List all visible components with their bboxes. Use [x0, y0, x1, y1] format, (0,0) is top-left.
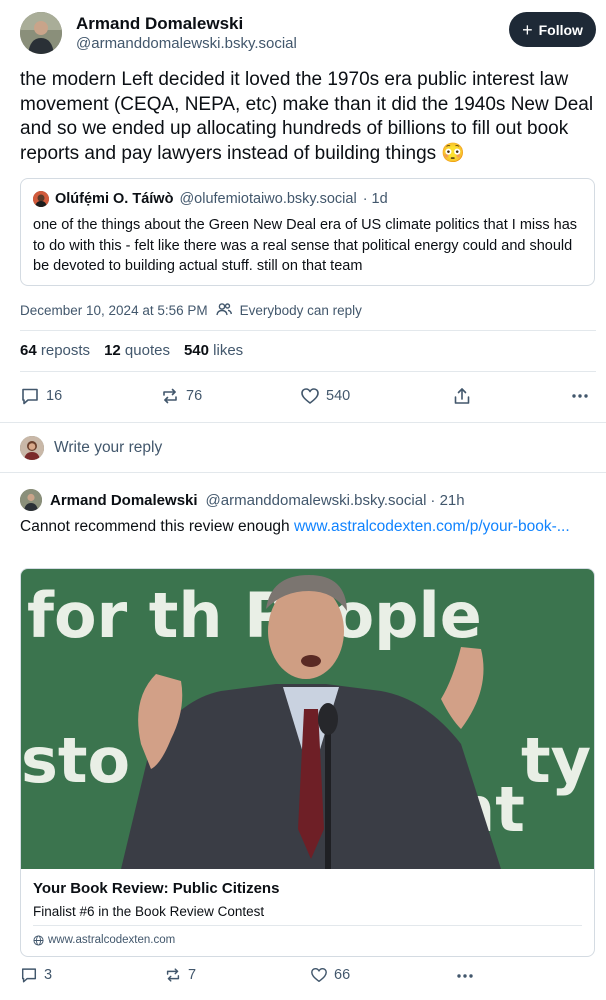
author-name[interactable]: Armand Domalewski	[76, 14, 243, 34]
divider	[33, 925, 582, 926]
quoted-author-avatar[interactable]	[33, 191, 49, 207]
link-card-image: for th People sto ty ent	[21, 569, 594, 869]
globe-icon	[33, 934, 44, 946]
reposts-stat[interactable]: 64 reposts	[20, 342, 90, 359]
svg-text:for th People: for th People	[27, 579, 482, 652]
reply-count: 3	[44, 967, 53, 983]
repost-count: 76	[186, 388, 203, 404]
quoted-post-text: one of the things about the Green New De…	[33, 217, 578, 274]
link-card-domain: www.astralcodexten.com	[48, 934, 176, 946]
post-actions: 16 76 540	[0, 385, 606, 409]
more-icon	[457, 974, 473, 978]
like-count: 66	[334, 967, 351, 983]
reply-button[interactable]: 3	[20, 966, 52, 984]
reply-setting: Everybody can reply	[239, 303, 362, 318]
link-card[interactable]: for th People sto ty ent Your Book Revie…	[20, 568, 595, 957]
like-count: 540	[326, 388, 351, 404]
like-button[interactable]: 540	[300, 386, 350, 406]
repost-button[interactable]: 7	[164, 966, 196, 984]
divider	[0, 472, 606, 473]
reply-author-handle[interactable]: @armanddomalewski.bsky.social	[206, 492, 427, 509]
svg-text:ty: ty	[521, 724, 591, 797]
author-handle[interactable]: @armanddomalewski.bsky.social	[76, 35, 297, 52]
heart-icon	[311, 967, 327, 983]
more-options-button[interactable]	[570, 386, 590, 406]
repost-button[interactable]: 76	[160, 386, 202, 406]
follow-button[interactable]: + Follow	[509, 12, 596, 47]
quotes-stat[interactable]: 12 quotes	[104, 342, 170, 359]
more-options-button[interactable]	[455, 966, 475, 986]
share-icon	[454, 388, 470, 404]
people-icon	[215, 302, 232, 319]
link-card-domain-row: www.astralcodexten.com	[33, 934, 175, 946]
reply-icon	[21, 968, 37, 983]
my-avatar	[20, 436, 44, 460]
reply-count: 16	[46, 388, 63, 404]
author-avatar[interactable]	[20, 12, 62, 54]
post-text: the modern Left decided it loved the 197…	[20, 69, 594, 164]
divider	[20, 330, 596, 331]
reply-post-text: Cannot recommend this review enough www.…	[20, 518, 570, 535]
quoted-post-header: Olúfẹ́mi O. Táíwò @olufemiotaiwo.bsky.so…	[33, 191, 388, 207]
svg-text:sto: sto	[21, 724, 130, 797]
divider	[20, 371, 596, 372]
plus-icon: +	[522, 19, 533, 40]
link-card-title: Your Book Review: Public Citizens	[33, 880, 280, 897]
reply-post-actions: 3 7 66	[0, 965, 606, 989]
quoted-author-handle: @olufemiotaiwo.bsky.social	[179, 191, 357, 207]
reply-composer[interactable]: Write your reply	[20, 436, 162, 460]
post-timestamp[interactable]: December 10, 2024 at 5:56 PM	[20, 303, 208, 318]
quoted-post-age: · 1d	[362, 191, 388, 207]
link-card-description: Finalist #6 in the Book Review Contest	[33, 904, 265, 919]
heart-icon	[301, 388, 319, 404]
follow-label: Follow	[538, 21, 583, 38]
reply-post-age[interactable]: · 21h	[430, 492, 464, 509]
more-icon	[572, 394, 588, 398]
like-button[interactable]: 66	[310, 966, 350, 984]
quoted-post[interactable]: Olúfẹ́mi O. Táíwò @olufemiotaiwo.bsky.so…	[20, 178, 595, 286]
reply-author-avatar[interactable]	[20, 489, 42, 511]
repost-icon	[163, 388, 177, 404]
quoted-author-name: Olúfẹ́mi O. Táíwò	[55, 191, 174, 207]
share-button[interactable]	[452, 386, 472, 406]
reply-author-name[interactable]: Armand Domalewski	[50, 492, 198, 509]
repost-icon	[166, 968, 180, 982]
divider	[0, 422, 606, 423]
reply-placeholder[interactable]: Write your reply	[54, 439, 162, 457]
review-link[interactable]: www.astralcodexten.com/p/your-book-...	[294, 518, 570, 535]
repost-count: 7	[188, 967, 197, 983]
reply-button[interactable]: 16	[20, 386, 62, 406]
reply-post-header: Armand Domalewski @armanddomalewski.bsky…	[20, 489, 465, 511]
likes-stat[interactable]: 540 likes	[184, 342, 243, 359]
post-meta: December 10, 2024 at 5:56 PM Everybody c…	[20, 302, 362, 319]
reply-icon	[22, 388, 38, 405]
post-stats: 64 reposts 12 quotes 540 likes	[20, 342, 243, 359]
